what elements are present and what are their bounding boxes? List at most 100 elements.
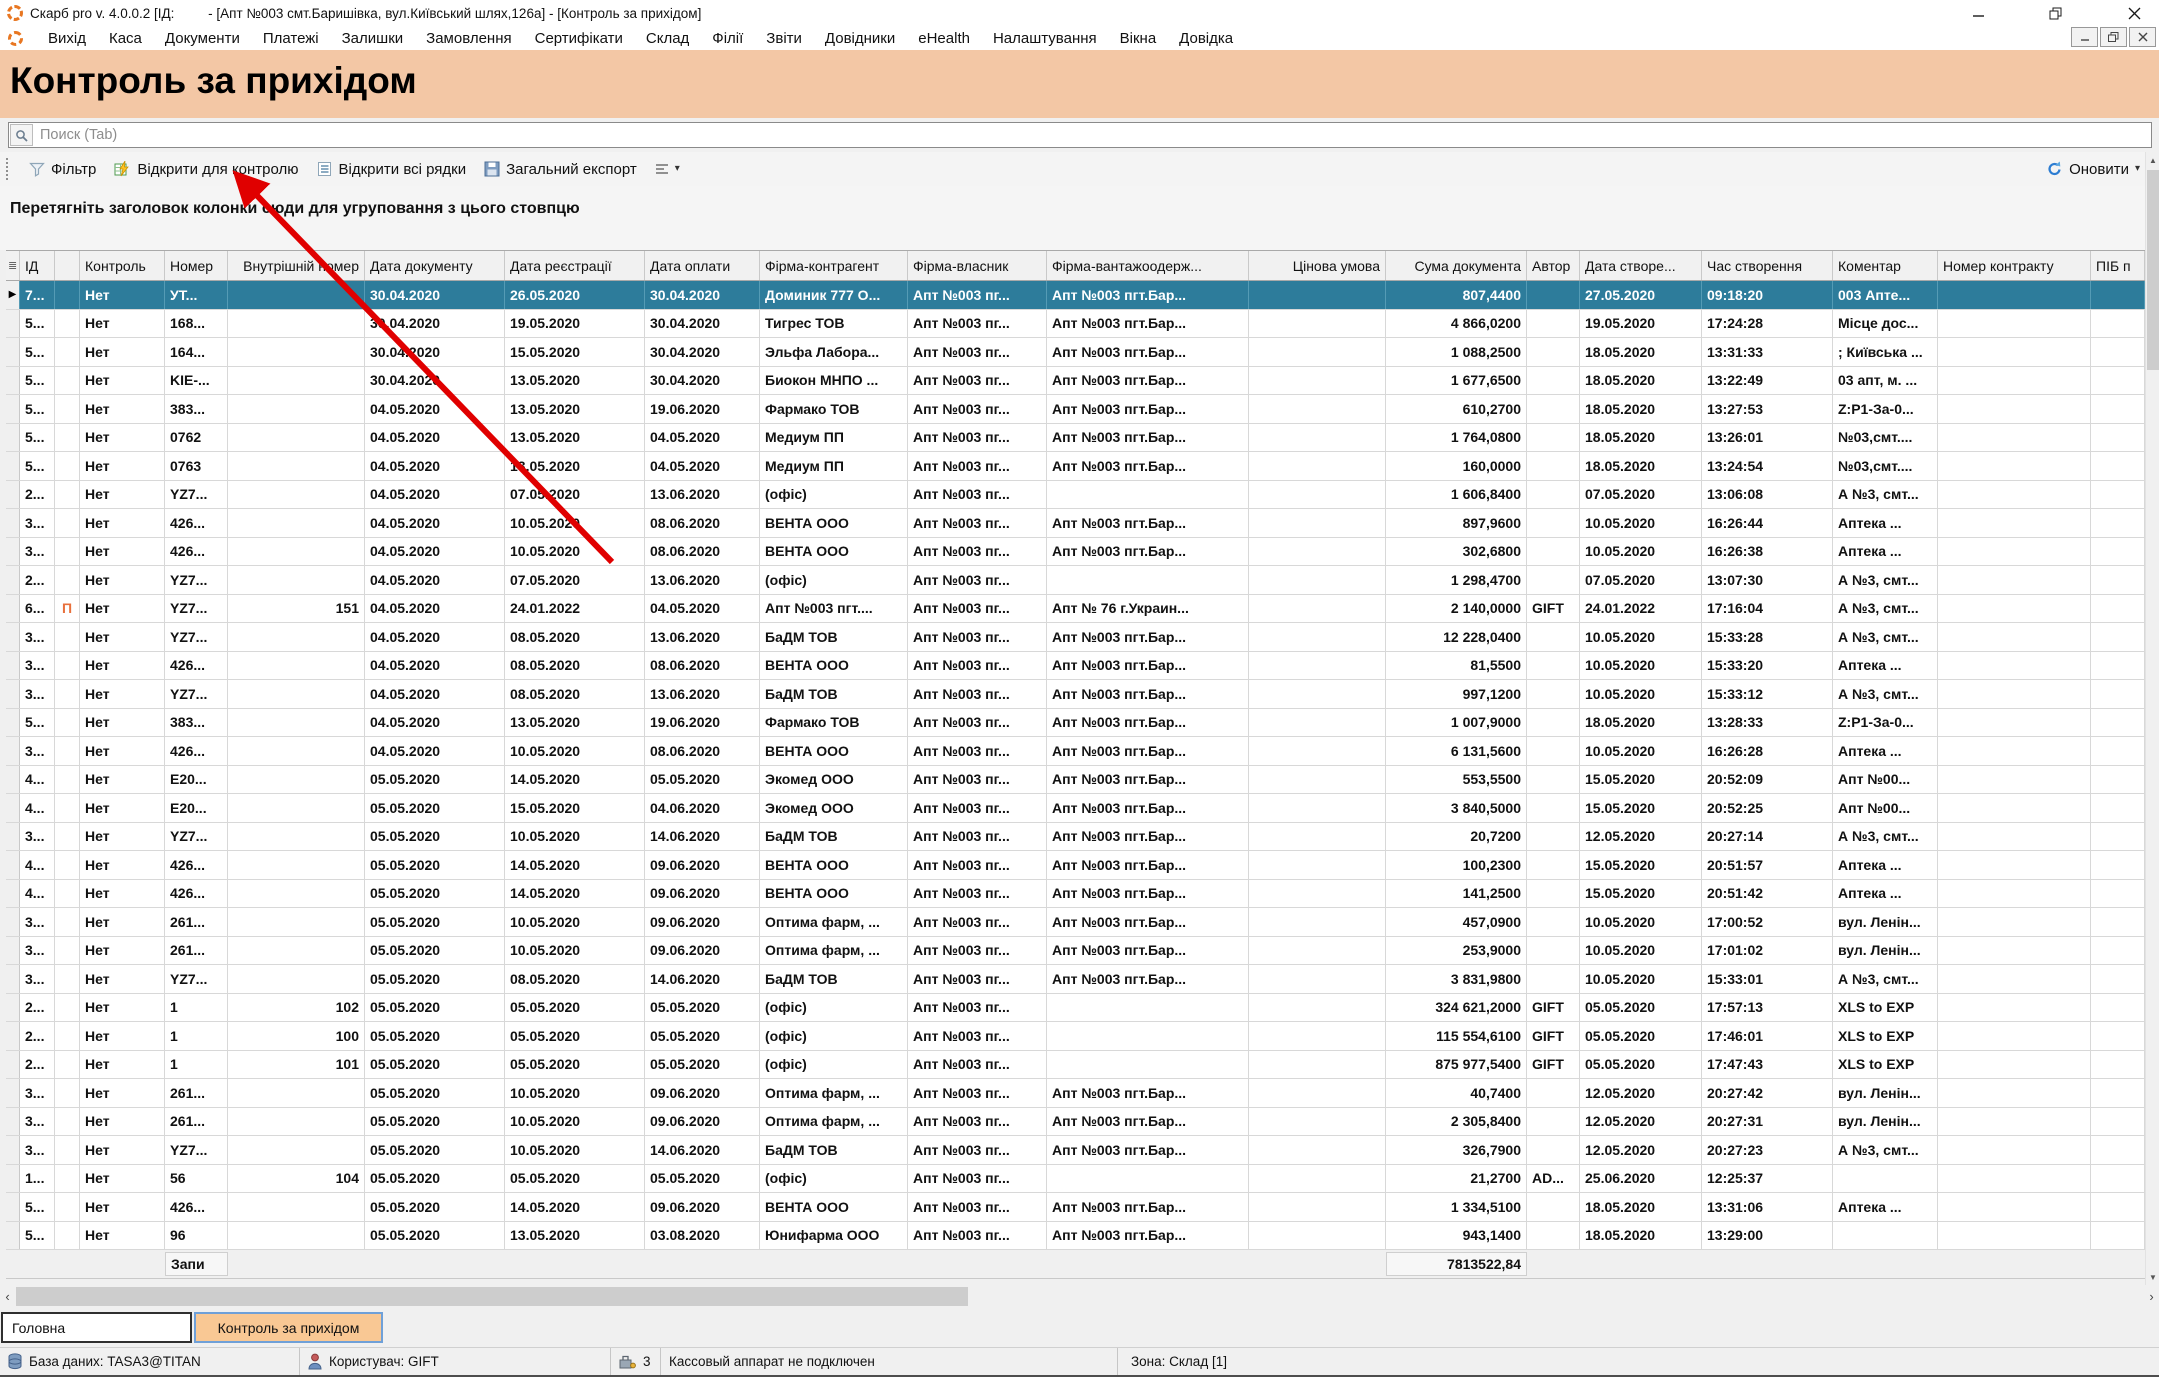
table-row[interactable]: 6...ПНетYZ7...15104.05.202024.01.202204.… [6,595,2145,624]
filter-button[interactable]: Фільтр [20,157,105,182]
column-header-comment[interactable]: Коментар [1833,251,1938,280]
mdi-minimize-icon[interactable] [2071,27,2098,47]
table-row[interactable]: 2...Нет110105.05.202005.05.202005.05.202… [6,1051,2145,1080]
column-header-control[interactable]: Контроль [80,251,165,280]
tab-home[interactable]: Головна [1,1312,192,1343]
column-header-contragent[interactable]: Фірма-контрагент [760,251,908,280]
minimize-icon[interactable] [1967,4,1989,22]
table-row[interactable]: 4...НетE20...05.05.202015.05.202004.06.2… [6,794,2145,823]
table-row[interactable]: 3...НетYZ7...05.05.202008.05.202014.06.2… [6,965,2145,994]
column-header-created[interactable]: Дата створе... [1580,251,1702,280]
cell-comment: Аптека ... [1833,1193,1938,1221]
open-all-rows-button[interactable]: Відкрити всі рядки [308,157,476,182]
toolbar-grip[interactable] [6,158,12,180]
list-options-button[interactable]: ▾ [646,158,689,180]
column-header-pib[interactable]: ПІБ п [2091,251,2145,280]
table-row[interactable]: 3...Нет261...05.05.202010.05.202009.06.2… [6,1108,2145,1137]
column-header-internal[interactable]: Внутрішній номер [228,251,365,280]
refresh-button[interactable]: Оновити ▾ [2037,157,2149,182]
table-row[interactable]: 2...НетYZ7...04.05.202007.05.202013.06.2… [6,481,2145,510]
cell-flag [55,709,80,737]
scroll-down-icon[interactable]: ▼ [2146,1269,2159,1285]
column-header-author[interactable]: Автор [1527,251,1580,280]
table-row[interactable]: 3...Нет261...05.05.202010.05.202009.06.2… [6,937,2145,966]
table-row[interactable]: 5...Нет426...05.05.202014.05.202009.06.2… [6,1193,2145,1222]
table-row[interactable]: 5...Нет164...30.04.202015.05.202030.04.2… [6,338,2145,367]
table-row[interactable]: 3...Нет261...05.05.202010.05.202009.06.2… [6,1079,2145,1108]
scroll-up-icon[interactable]: ▲ [2146,152,2159,168]
column-header-consignee[interactable]: Фірма-вантажоодерж... [1047,251,1249,280]
table-row[interactable]: 3...Нет426...04.05.202010.05.202008.06.2… [6,509,2145,538]
table-row[interactable]: 5...Нет168...30.04.202019.05.202030.04.2… [6,310,2145,339]
search-icon[interactable] [10,124,33,146]
table-row[interactable]: 4...Нет426...05.05.202014.05.202009.06.2… [6,851,2145,880]
table-row[interactable]: 3...НетYZ7...04.05.202008.05.202013.06.2… [6,623,2145,652]
menu-dovidka[interactable]: Довідка [1179,30,1233,47]
horizontal-scroll-thumb[interactable] [16,1287,968,1306]
column-header-id[interactable]: ІД [20,251,55,280]
table-row[interactable]: 3...НетYZ7...05.05.202010.05.202014.06.2… [6,823,2145,852]
menu-nalashtuvannia[interactable]: Налаштування [993,30,1097,47]
column-header-price[interactable]: Цінова умова [1249,251,1386,280]
column-header-ind[interactable]: ≣ [6,251,20,280]
table-row[interactable]: 5...Нет076204.05.202013.05.202004.05.202… [6,424,2145,453]
vertical-scroll-thumb[interactable] [2147,170,2159,370]
menu-zamovlennia[interactable]: Замовлення [426,30,511,47]
table-row[interactable]: 3...НетYZ7...05.05.202010.05.202014.06.2… [6,1136,2145,1165]
table-row[interactable]: 2...Нет110005.05.202005.05.202005.05.202… [6,1022,2145,1051]
table-row[interactable]: ▶7...НетУТ...30.04.202026.05.202030.04.2… [6,281,2145,310]
table-row[interactable]: 5...Нет383...04.05.202013.05.202019.06.2… [6,709,2145,738]
menu-vyhid[interactable]: Вихід [48,30,86,47]
table-row[interactable]: 3...Нет261...05.05.202010.05.202009.06.2… [6,908,2145,937]
cell-contract [1938,680,2091,708]
table-row[interactable]: 5...Нет383...04.05.202013.05.202019.06.2… [6,395,2145,424]
menu-filii[interactable]: Філії [712,30,743,47]
close-icon[interactable] [2123,4,2145,22]
cell-consignee: Апт №003 пгт.Бар... [1047,652,1249,680]
table-row[interactable]: 1...Нет5610405.05.202005.05.202005.05.20… [6,1165,2145,1194]
tab-control-prihod[interactable]: Контроль за прихідом [194,1312,383,1343]
table-row[interactable]: 5...Нет9605.05.202013.05.202003.08.2020Ю… [6,1222,2145,1251]
menu-ehealth[interactable]: eHealth [918,30,970,47]
scroll-left-icon[interactable]: ‹ [0,1286,15,1307]
table-row[interactable]: 3...НетYZ7...04.05.202008.05.202013.06.2… [6,680,2145,709]
column-header-doc_date[interactable]: Дата документу [365,251,505,280]
table-row[interactable]: 3...Нет426...04.05.202008.05.202008.06.2… [6,652,2145,681]
menu-vikna[interactable]: Вікна [1120,30,1157,47]
cell-number: YZ7... [165,481,228,509]
column-header-contract[interactable]: Номер контракту [1938,251,2091,280]
menu-platezhi[interactable]: Платежі [263,30,319,47]
scroll-right-icon[interactable]: › [2144,1286,2159,1307]
table-row[interactable]: 3...Нет426...04.05.202010.05.202008.06.2… [6,737,2145,766]
mdi-restore-icon[interactable] [2100,27,2127,47]
menu-sertyfikaty[interactable]: Сертифікати [535,30,623,47]
search-input[interactable] [34,127,2151,143]
export-button[interactable]: Загальний експорт [475,157,646,182]
menu-kasa[interactable]: Каса [109,30,142,47]
cell-ind [6,481,20,509]
mdi-close-icon[interactable] [2129,27,2156,47]
table-row[interactable]: 3...Нет426...04.05.202010.05.202008.06.2… [6,538,2145,567]
column-header-sum[interactable]: Сума документа [1386,251,1527,280]
horizontal-scrollbar[interactable]: ‹ › [0,1286,2159,1307]
menu-zalyshky[interactable]: Залишки [342,30,404,47]
table-row[interactable]: 2...Нет110205.05.202005.05.202005.05.202… [6,994,2145,1023]
column-header-number[interactable]: Номер [165,251,228,280]
menu-dokumenty[interactable]: Документи [165,30,240,47]
menu-sklad[interactable]: Склад [646,30,689,47]
menu-dovidnyky[interactable]: Довідники [825,30,895,47]
table-row[interactable]: 4...НетE20...05.05.202014.05.202005.05.2… [6,766,2145,795]
column-header-owner[interactable]: Фірма-власник [908,251,1047,280]
restore-icon[interactable] [2045,4,2067,22]
table-row[interactable]: 5...Нет076304.05.202013.05.202004.05.202… [6,452,2145,481]
open-for-control-button[interactable]: Відкрити для контролю [105,157,307,182]
column-header-reg_date[interactable]: Дата реєстрації [505,251,645,280]
table-row[interactable]: 2...НетYZ7...04.05.202007.05.202013.06.2… [6,566,2145,595]
column-header-pay_date[interactable]: Дата оплати [645,251,760,280]
column-header-time[interactable]: Час створення [1702,251,1833,280]
vertical-scrollbar[interactable]: ▲ ▼ [2145,152,2159,1285]
table-row[interactable]: 5...НетKIE-...30.04.202013.05.202030.04.… [6,367,2145,396]
column-header-flag[interactable] [55,251,80,280]
table-row[interactable]: 4...Нет426...05.05.202014.05.202009.06.2… [6,880,2145,909]
menu-zvity[interactable]: Звіти [766,30,802,47]
